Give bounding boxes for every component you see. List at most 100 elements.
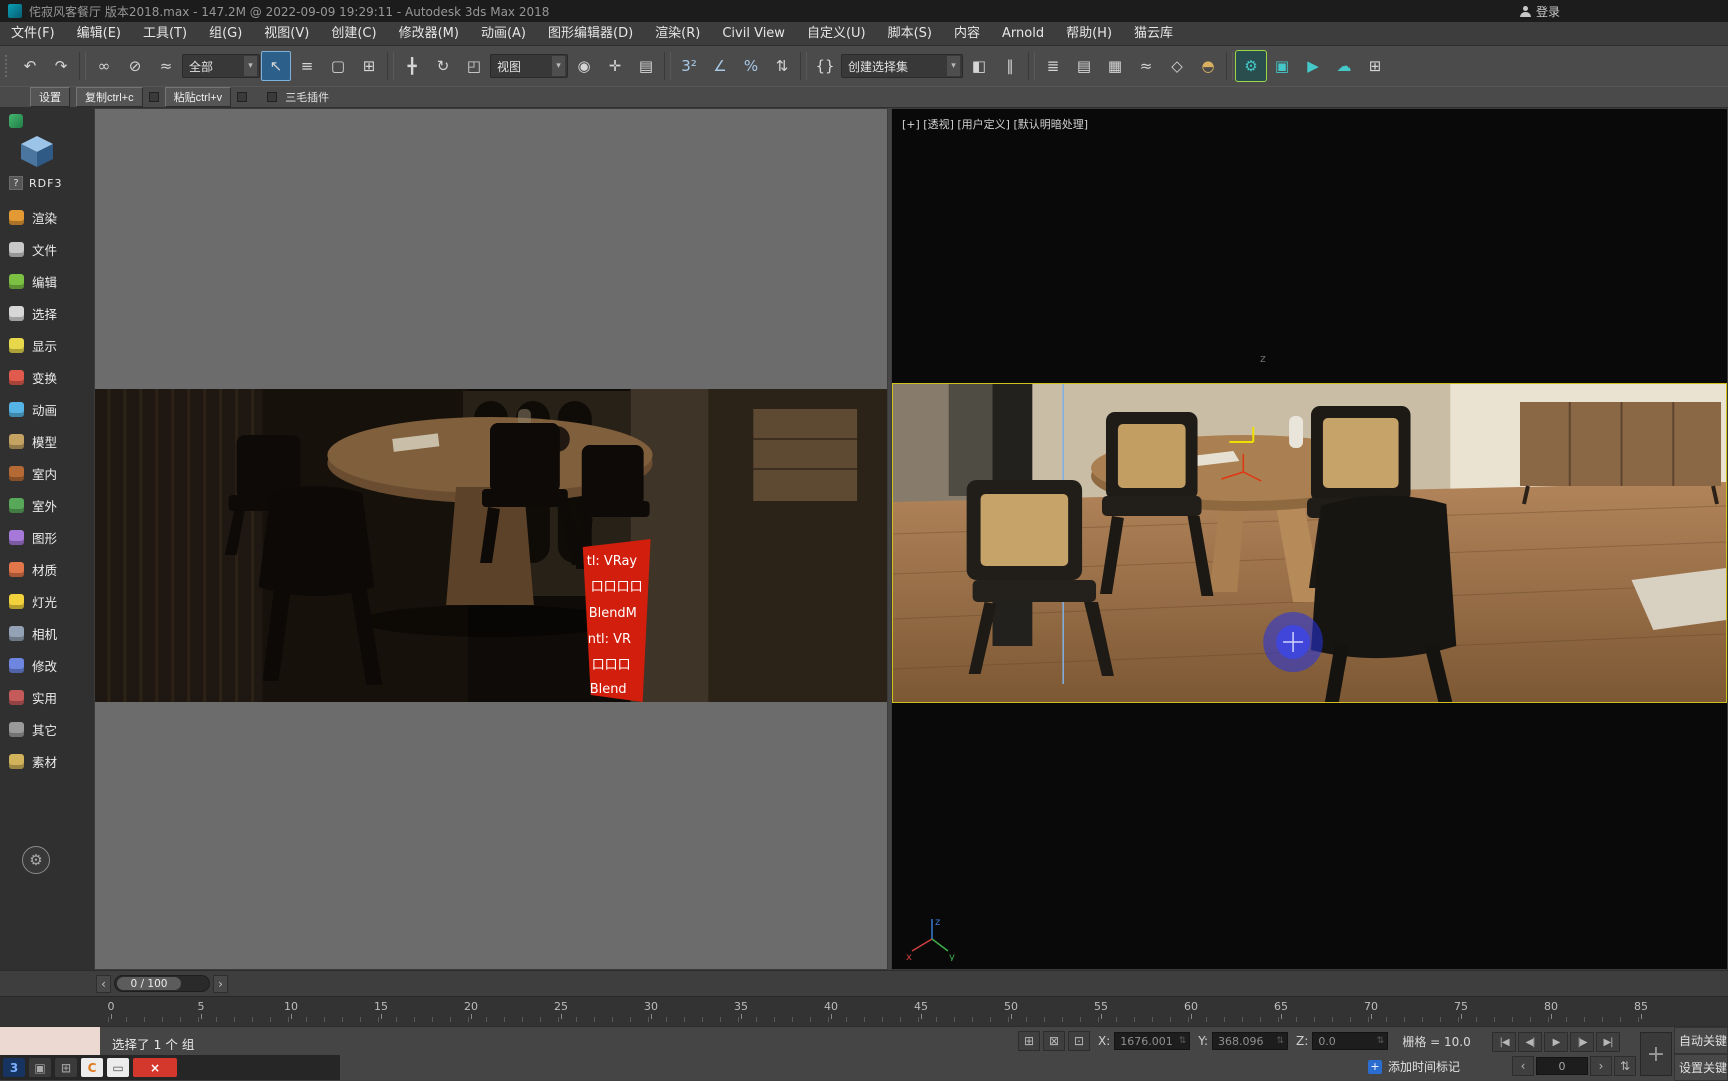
menu-rendering[interactable]: 渲染(R) xyxy=(644,22,711,45)
ribbon-toggle-icon[interactable]: ▦ ▾ xyxy=(1100,51,1130,81)
transform-type-in-icon[interactable]: ⊞ xyxy=(1018,1031,1040,1051)
toolbar-icon[interactable]: ▾ xyxy=(664,52,671,80)
timeline-tick[interactable]: 50 xyxy=(998,1000,1024,1019)
frame-next-icon[interactable]: › xyxy=(1590,1056,1612,1076)
taskbar-3dsmax-icon[interactable]: 3 xyxy=(3,1058,25,1077)
sidebar-item-exterior[interactable]: 室外 xyxy=(9,494,94,516)
toolbar-grip[interactable] xyxy=(5,55,10,77)
auto-key-button[interactable]: 自动关键点 xyxy=(1674,1027,1728,1054)
add-key-button[interactable]: + xyxy=(1640,1032,1672,1076)
menu-tools[interactable]: 工具(T) xyxy=(132,22,198,45)
plugin-settings-button[interactable]: 设置 xyxy=(30,87,70,107)
menu-arnold[interactable]: Arnold xyxy=(991,22,1055,45)
menu-customize[interactable]: 自定义(U) xyxy=(796,22,877,45)
sidebar-item-shapes[interactable]: 图形 xyxy=(9,526,94,548)
timeline-tick[interactable]: 65 xyxy=(1268,1000,1294,1019)
timeline-tick[interactable]: 85 xyxy=(1628,1000,1654,1019)
prev-frame-button[interactable]: ◀| xyxy=(1518,1032,1542,1052)
toolbar-icon[interactable]: ▾ xyxy=(79,52,86,80)
timeline-tick[interactable]: 45 xyxy=(908,1000,934,1019)
sidebar-item-light[interactable]: 灯光 xyxy=(9,590,94,612)
timeline-tick[interactable]: 20 xyxy=(458,1000,484,1019)
toolbar-icon[interactable]: ▾ xyxy=(800,52,807,80)
add-time-tag[interactable]: + 添加时间标记 xyxy=(1368,1058,1460,1075)
camera-viewport-render[interactable]: tl: VRay 口口口口 BlendM ntl: VR 口口口 Blend xyxy=(95,389,887,702)
select-object-icon[interactable]: ↖ ▾ xyxy=(261,51,291,81)
menu-modifiers[interactable]: 修改器(M) xyxy=(388,22,470,45)
menu-group[interactable]: 组(G) xyxy=(198,22,253,45)
sidebar-item-edit[interactable]: 编辑 xyxy=(9,270,94,292)
play-button[interactable]: ▶ xyxy=(1544,1032,1568,1052)
select-and-link-icon[interactable]: ∞ ▾ xyxy=(89,51,119,81)
taskbar-close-icon[interactable]: × xyxy=(133,1058,177,1077)
taskbar-browser-icon[interactable]: C xyxy=(81,1058,103,1077)
time-slider-track[interactable]: 0 / 100 xyxy=(114,975,210,992)
reference-coordinate-dropdown[interactable]: 视图 ▾ xyxy=(490,54,568,78)
dropdown-arrow-icon[interactable]: ▾ xyxy=(244,56,257,76)
time-slider-prev-icon[interactable]: ‹ xyxy=(96,974,111,993)
lock-selection-icon[interactable]: ⊠ xyxy=(1043,1031,1065,1051)
menu-content[interactable]: 内容 xyxy=(943,22,991,45)
unlink-selection-icon[interactable]: ⊘ ▾ xyxy=(120,51,150,81)
bind-to-spacewarp-icon[interactable]: ≈ ▾ xyxy=(151,51,181,81)
selection-region-icon[interactable]: ▢ ▾ xyxy=(323,51,353,81)
menu-create[interactable]: 创建(C) xyxy=(320,22,387,45)
timeline-tick[interactable]: 40 xyxy=(818,1000,844,1019)
redo-icon[interactable]: ↷ ▾ xyxy=(46,51,76,81)
menu-graph-editors[interactable]: 图形编辑器(D) xyxy=(537,22,644,45)
taskbar-app-icon[interactable]: ▣ xyxy=(29,1058,51,1077)
angle-snap-icon[interactable]: ∠ ▾ xyxy=(705,51,735,81)
red-material-banner[interactable]: tl: VRay 口口口口 BlendM ntl: VR 口口口 Blend xyxy=(582,539,651,702)
timeline-tick[interactable]: 55 xyxy=(1088,1000,1114,1019)
sidebar-item-file[interactable]: 文件 xyxy=(9,238,94,260)
taskbar-grid-icon[interactable]: ⊞ xyxy=(55,1058,77,1077)
frame-spinner-icon[interactable]: ⇅ xyxy=(1614,1056,1636,1076)
menu-animation[interactable]: 动画(A) xyxy=(470,22,537,45)
select-by-name-icon[interactable]: ≡ ▾ xyxy=(292,51,322,81)
keyboard-override-icon[interactable]: ▤ ▾ xyxy=(631,51,661,81)
time-slider-next-icon[interactable]: › xyxy=(213,974,228,993)
render-setup-icon[interactable]: ⚙ ▾ xyxy=(1235,50,1267,82)
sidebar-item-camera[interactable]: 相机 xyxy=(9,622,94,644)
absolute-relative-icon[interactable]: ⊡ xyxy=(1068,1031,1090,1051)
curve-editor-icon[interactable]: ≈ ▾ xyxy=(1131,51,1161,81)
window-crossing-icon[interactable]: ⊞ ▾ xyxy=(354,51,384,81)
selection-filter-dropdown[interactable]: 全部 ▾ xyxy=(182,54,260,78)
use-pivot-center-icon[interactable]: ◉ ▾ xyxy=(569,51,599,81)
material-editor-icon[interactable]: ◓ ▾ xyxy=(1193,51,1223,81)
sidebar-item-display[interactable]: 显示 xyxy=(9,334,94,356)
sidebar-gear-icon[interactable]: ⚙ xyxy=(22,846,50,874)
timeline-tick[interactable]: 35 xyxy=(728,1000,754,1019)
dropdown-arrow-icon[interactable]: ▾ xyxy=(947,56,960,76)
login-button[interactable]: 登录 xyxy=(1519,3,1720,20)
select-and-manipulate-icon[interactable]: ✛ ▾ xyxy=(600,51,630,81)
sidebar-item-modify[interactable]: 修改 xyxy=(9,654,94,676)
paste-checkbox[interactable] xyxy=(237,92,248,102)
plugin-checkbox[interactable] xyxy=(267,92,278,102)
schematic-view-icon[interactable]: ◇ ▾ xyxy=(1162,51,1192,81)
timeline-tick[interactable]: 80 xyxy=(1538,1000,1564,1019)
perspective-viewport-render[interactable] xyxy=(892,383,1727,703)
toolbar-icon[interactable]: ▾ xyxy=(387,52,394,80)
camera-viewport[interactable]: tl: VRay 口口口口 BlendM ntl: VR 口口口 Blend xyxy=(94,108,888,970)
help-icon[interactable]: ? xyxy=(9,176,23,190)
undo-icon[interactable]: ↶ ▾ xyxy=(15,51,45,81)
edit-named-sets-icon[interactable]: {} ▾ xyxy=(810,51,840,81)
dropdown-arrow-icon[interactable]: ▾ xyxy=(552,56,565,76)
sidebar-item-material[interactable]: 材质 xyxy=(9,558,94,580)
sidebar-item-select[interactable]: 选择 xyxy=(9,302,94,324)
cube-logo-icon[interactable] xyxy=(19,134,94,172)
spinner-snap-icon[interactable]: ⇅ ▾ xyxy=(767,51,797,81)
taskbar-window-icon[interactable]: ▭ xyxy=(107,1058,129,1077)
y-coordinate-field[interactable]: 368.096 ⇅ xyxy=(1212,1032,1289,1050)
select-and-scale-icon[interactable]: ◰ ▾ xyxy=(459,51,489,81)
sidebar-item-utility[interactable]: 实用 xyxy=(9,686,94,708)
go-to-start-button[interactable]: |◀ xyxy=(1492,1032,1516,1052)
spinner-icon[interactable]: ⇅ xyxy=(1377,1036,1385,1046)
x-coordinate-field[interactable]: 1676.001 ⇅ xyxy=(1114,1032,1191,1050)
percent-snap-icon[interactable]: % ▾ xyxy=(736,51,766,81)
timeline-tick[interactable]: 30 xyxy=(638,1000,664,1019)
snap-toggle-3d-icon[interactable]: 3² ▾ xyxy=(674,51,704,81)
hallway-cabinet[interactable] xyxy=(753,409,858,501)
menu-civil-view[interactable]: Civil View xyxy=(711,22,796,45)
